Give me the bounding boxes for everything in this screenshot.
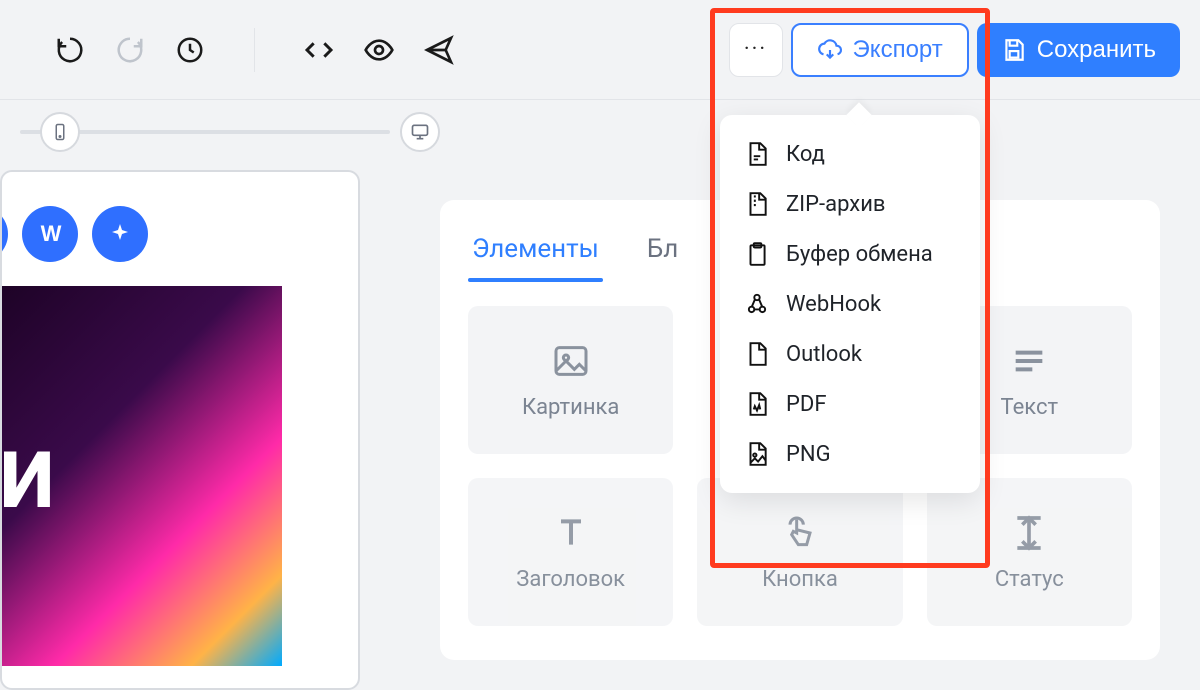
element-label: Картинка <box>522 395 619 420</box>
redo-button[interactable] <box>110 30 150 70</box>
export-item-label: Буфер обмена <box>786 242 933 267</box>
save-label: Сохранить <box>1037 36 1156 64</box>
history-button[interactable] <box>170 30 210 70</box>
social-sparkle-button[interactable] <box>92 206 148 262</box>
element-tile-spacer[interactable]: Статус <box>927 478 1132 626</box>
export-item-png[interactable]: PNG <box>728 429 972 479</box>
export-item-label: ZIP-архив <box>786 192 885 217</box>
export-button[interactable]: Экспорт <box>791 23 969 77</box>
social-vk-button[interactable]: W <box>22 206 78 262</box>
export-item-label: PDF <box>786 392 826 417</box>
more-options-button[interactable]: ··· <box>729 23 783 77</box>
text-lines-icon <box>1009 341 1049 381</box>
element-tile-button[interactable]: Кнопка <box>697 478 902 626</box>
element-label: Статус <box>995 567 1064 592</box>
save-icon <box>1001 37 1027 63</box>
workspace: W Элементы Бл Картинка <box>0 100 1200 600</box>
canvas-frame[interactable]: W <box>0 170 360 690</box>
file-icon <box>744 341 770 367</box>
export-label: Экспорт <box>853 36 943 64</box>
export-item-label: PNG <box>786 442 831 467</box>
toolbar-divider <box>254 28 255 72</box>
element-tile-image[interactable]: Картинка <box>468 306 673 454</box>
export-item-webhook[interactable]: WebHook <box>728 279 972 329</box>
ellipsis-icon: ··· <box>744 37 767 62</box>
export-item-clipboard[interactable]: Буфер обмена <box>728 229 972 279</box>
export-item-label: Код <box>786 142 825 167</box>
undo-button[interactable] <box>50 30 90 70</box>
export-item-label: Outlook <box>786 342 862 367</box>
export-item-code[interactable]: Код <box>728 129 972 179</box>
element-label: Текст <box>1001 395 1059 420</box>
social-row: W <box>0 172 358 286</box>
export-item-outlook[interactable]: Outlook <box>728 329 972 379</box>
canvas-column: W <box>0 100 360 600</box>
file-pdf-icon <box>744 391 770 417</box>
export-item-zip[interactable]: ZIP-архив <box>728 179 972 229</box>
vk-icon: W <box>41 221 60 247</box>
canvas-preview-image <box>0 286 282 666</box>
element-label: Кнопка <box>762 567 838 592</box>
top-toolbar: ··· Экспорт Сохранить <box>0 0 1200 100</box>
send-button[interactable] <box>419 30 459 70</box>
tap-icon <box>780 513 820 553</box>
save-button[interactable]: Сохранить <box>977 23 1180 77</box>
social-instagram-button[interactable] <box>0 206 8 262</box>
phone-icon <box>51 123 69 141</box>
preview-button[interactable] <box>359 30 399 70</box>
file-code-icon <box>744 141 770 167</box>
element-tile-heading[interactable]: Заголовок <box>468 478 673 626</box>
viewport-slider[interactable] <box>20 130 390 134</box>
file-zip-icon <box>744 191 770 217</box>
code-view-button[interactable] <box>299 30 339 70</box>
view-group <box>269 30 489 70</box>
history-group <box>20 30 240 70</box>
file-image-icon <box>744 441 770 467</box>
cloud-download-icon <box>817 37 843 63</box>
webhook-icon <box>744 291 770 317</box>
sparkle-icon <box>108 222 132 246</box>
export-dropdown: Код ZIP-архив Буфер обмена WebHook Outlo… <box>720 115 980 493</box>
viewport-phone-handle[interactable] <box>40 112 80 152</box>
element-label: Заголовок <box>516 567 625 592</box>
tab-elements[interactable]: Элементы <box>468 224 603 282</box>
image-icon <box>551 341 591 381</box>
clipboard-icon <box>744 241 770 267</box>
export-item-label: WebHook <box>786 292 881 317</box>
tab-blocks[interactable]: Бл <box>643 224 682 282</box>
vertical-resize-icon <box>1009 513 1049 553</box>
heading-t-icon <box>551 513 591 553</box>
export-item-pdf[interactable]: PDF <box>728 379 972 429</box>
